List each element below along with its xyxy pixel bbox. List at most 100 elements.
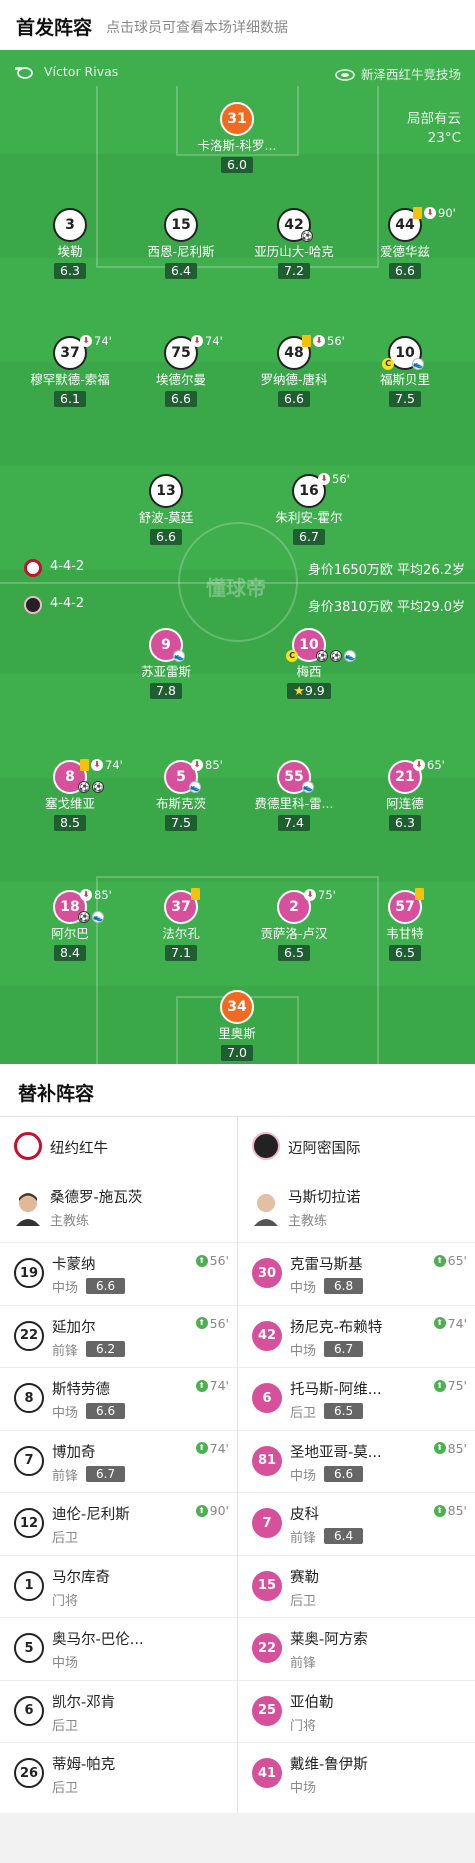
sub-player-row[interactable]: 41 戴维-鲁伊斯 中场: [238, 1742, 475, 1805]
player-name: 穆罕默德-索福: [30, 372, 110, 387]
sub-out-icon: ⬇: [424, 207, 436, 219]
assist-icon: 👟: [173, 650, 185, 662]
player-rating: 7.4: [278, 815, 310, 831]
player-rating: 6.5: [278, 945, 310, 961]
sub-out-icon: ⬇: [80, 335, 92, 347]
player-rating: 6.6: [165, 391, 197, 407]
sub-in-icon: ⬆: [433, 1504, 446, 1517]
home-team-row[interactable]: 纽约红牛: [0, 1116, 237, 1178]
player-rating: 6.0: [221, 157, 253, 173]
away-coach[interactable]: 马斯切拉诺 主教练: [238, 1178, 475, 1242]
player-rating: 7.8: [150, 683, 182, 699]
sub-player-row[interactable]: 25 亚伯勒 门将: [238, 1679, 475, 1743]
sub-minute: 74': [94, 334, 112, 348]
sub-player-row[interactable]: 7 皮科 前锋 6.4 ⬆ 85': [238, 1492, 475, 1555]
away-player-55[interactable]: 55 费德里科-雷... 7.4: [244, 760, 344, 831]
sub-number: 22: [252, 1633, 282, 1663]
sub-rating: 6.7: [86, 1465, 126, 1482]
player-name: 苏亚雷斯: [140, 664, 191, 679]
sub-in-minute: ⬆ 85': [433, 1441, 467, 1456]
whistle-icon: [15, 66, 33, 79]
sub-rating: 6.6: [86, 1403, 126, 1419]
sub-number: 7: [14, 1445, 44, 1476]
sub-name: 凯尔-邓肯: [52, 1694, 116, 1711]
yellow-card-icon: [191, 888, 200, 900]
sub-number: 19: [14, 1258, 44, 1288]
home-player-31[interactable]: 31 卡洛斯-科罗... 6.0: [187, 102, 287, 173]
home-player-3[interactable]: 3 埃勒 6.3: [20, 208, 120, 279]
player-rating: 6.7: [293, 529, 325, 545]
sub-player-row[interactable]: 6 凯尔-邓肯 后卫: [0, 1679, 237, 1743]
sub-position: 中场: [290, 1343, 317, 1359]
sub-name: 扬尼克-布赖特: [290, 1319, 383, 1336]
sub-position: 中场: [290, 1781, 317, 1796]
sub-position: 后卫: [52, 1718, 79, 1734]
home-coach[interactable]: 桑德罗-施瓦茨 主教练: [0, 1178, 237, 1242]
sub-player-row[interactable]: 22 莱奥-阿方索 前锋: [238, 1617, 475, 1680]
sub-name: 迪伦-尼利斯: [52, 1507, 130, 1523]
player-rating: 7.0: [221, 1045, 253, 1061]
sub-position: 后卫: [290, 1593, 317, 1609]
player-number: 34: [220, 990, 254, 1024]
home-bench-column: 纽约红牛 桑德罗-施瓦茨 主教练 19 卡蒙纳 中场 6.6 ⬆ 56' 22 延加尔 前锋 6.…: [0, 1116, 237, 1805]
yellow-card-icon: [415, 888, 424, 900]
sub-number: 25: [252, 1695, 282, 1726]
sub-position: 门将: [52, 1593, 79, 1609]
away-player-37[interactable]: 37 法尔孔 7.1: [131, 890, 231, 961]
sub-player-row[interactable]: 12 迪伦-尼利斯 后卫 ⬆ 90': [0, 1492, 237, 1555]
away-team-info: 身价3810万欧 平均29.0岁: [307, 600, 465, 615]
sub-player-row[interactable]: 8 斯特劳德 中场 6.6 ⬆ 74': [0, 1367, 237, 1430]
sub-out-icon: ⬇: [91, 759, 103, 771]
home-player-10[interactable]: 10 福斯贝里 7.5: [355, 336, 455, 407]
away-player-9[interactable]: 9 苏亚雷斯 7.8: [116, 628, 216, 699]
sub-player-row[interactable]: 1 马尔库奇 门将: [0, 1554, 237, 1618]
away-player-57[interactable]: 57 韦甘特 6.5: [355, 890, 455, 961]
sub-in-icon: ⬆: [433, 1317, 446, 1329]
player-name: 韦甘特: [386, 926, 424, 941]
player-name: 西恩-尼利斯: [147, 244, 215, 259]
player-name: 舒波-莫廷: [138, 510, 194, 525]
player-name: 埃德尔曼: [155, 372, 206, 387]
bench-section: 替补阵容 纽约红牛 桑德罗-施瓦茨 主教练 19 卡蒙纳 中场 6.6 ⬆ 56' 22 延加…: [0, 1064, 475, 1813]
sub-player-row[interactable]: 22 延加尔 前锋 6.2 ⬆ 56': [0, 1304, 237, 1368]
sub-in-icon: ⬆: [433, 1442, 446, 1454]
sub-player-row[interactable]: 81 圣地亚哥-莫... 中场 6.6 ⬆ 85': [238, 1429, 475, 1493]
player-name: 贡萨洛-卢汉: [260, 926, 328, 941]
sub-out-icon: ⬇: [80, 889, 92, 901]
home-player-15[interactable]: 15 西恩-尼利斯 6.4: [131, 208, 231, 279]
sub-player-row[interactable]: 5 奥马尔-巴伦... 中场: [0, 1617, 237, 1680]
assist-icon: 👟: [344, 650, 356, 662]
sub-player-row[interactable]: 6 托马斯-阿维... 后卫 6.5 ⬆ 75': [238, 1367, 475, 1430]
sub-name: 克雷马斯基: [290, 1257, 363, 1273]
away-player-10[interactable]: 10 梅西 ★9.9: [259, 628, 359, 699]
team-name: 纽约红牛: [50, 1141, 108, 1157]
sub-player-row[interactable]: 19 卡蒙纳 中场 6.6 ⬆ 56': [0, 1242, 237, 1305]
sub-player-row[interactable]: 15 赛勒 后卫: [238, 1554, 475, 1618]
sub-in-minute: ⬆ 74': [195, 1378, 229, 1393]
sub-in-icon: ⬆: [195, 1379, 208, 1392]
away-player-34[interactable]: 34 里奥斯 7.0: [187, 990, 287, 1061]
sub-player-row[interactable]: 7 博加奇 前锋 6.7 ⬆ 74': [0, 1429, 237, 1493]
player-rating: 6.3: [389, 815, 421, 831]
coach-role: 主教练: [288, 1214, 328, 1229]
weather-text: 局部有云: [407, 111, 461, 127]
coach-avatar-icon: [16, 1193, 40, 1226]
home-player-42[interactable]: 42 亚历山大-哈克 7.2: [244, 208, 344, 279]
sub-minute: 74': [105, 758, 123, 772]
home-player-13[interactable]: 13 舒波-莫廷 6.6: [116, 474, 216, 545]
player-rating: 6.1: [54, 391, 86, 407]
away-team-row[interactable]: 迈阿密国际: [238, 1116, 475, 1178]
sub-position: 中场: [290, 1468, 317, 1484]
home-team-bar: 4-4-2 身价1650万欧 平均26.2岁: [0, 556, 475, 580]
player-number: 3: [53, 208, 87, 242]
sub-player-row[interactable]: 26 蒂姆-帕克 后卫: [0, 1742, 237, 1805]
sub-player-row[interactable]: 42 扬尼克-布赖特 中场 6.7 ⬆ 74': [238, 1304, 475, 1368]
player-number: 31: [220, 102, 254, 136]
sub-minute: 85': [205, 758, 223, 772]
sub-in-icon: ⬆: [195, 1254, 208, 1267]
page-footer: [0, 1813, 475, 1863]
sub-player-row[interactable]: 30 克雷马斯基 中场 6.8 ⬆ 65': [238, 1242, 475, 1305]
sub-name: 博加奇: [52, 1444, 96, 1461]
home-formation: 4-4-2: [50, 559, 85, 574]
page-subtitle: 点击球员可查看本场详细数据: [106, 20, 288, 36]
